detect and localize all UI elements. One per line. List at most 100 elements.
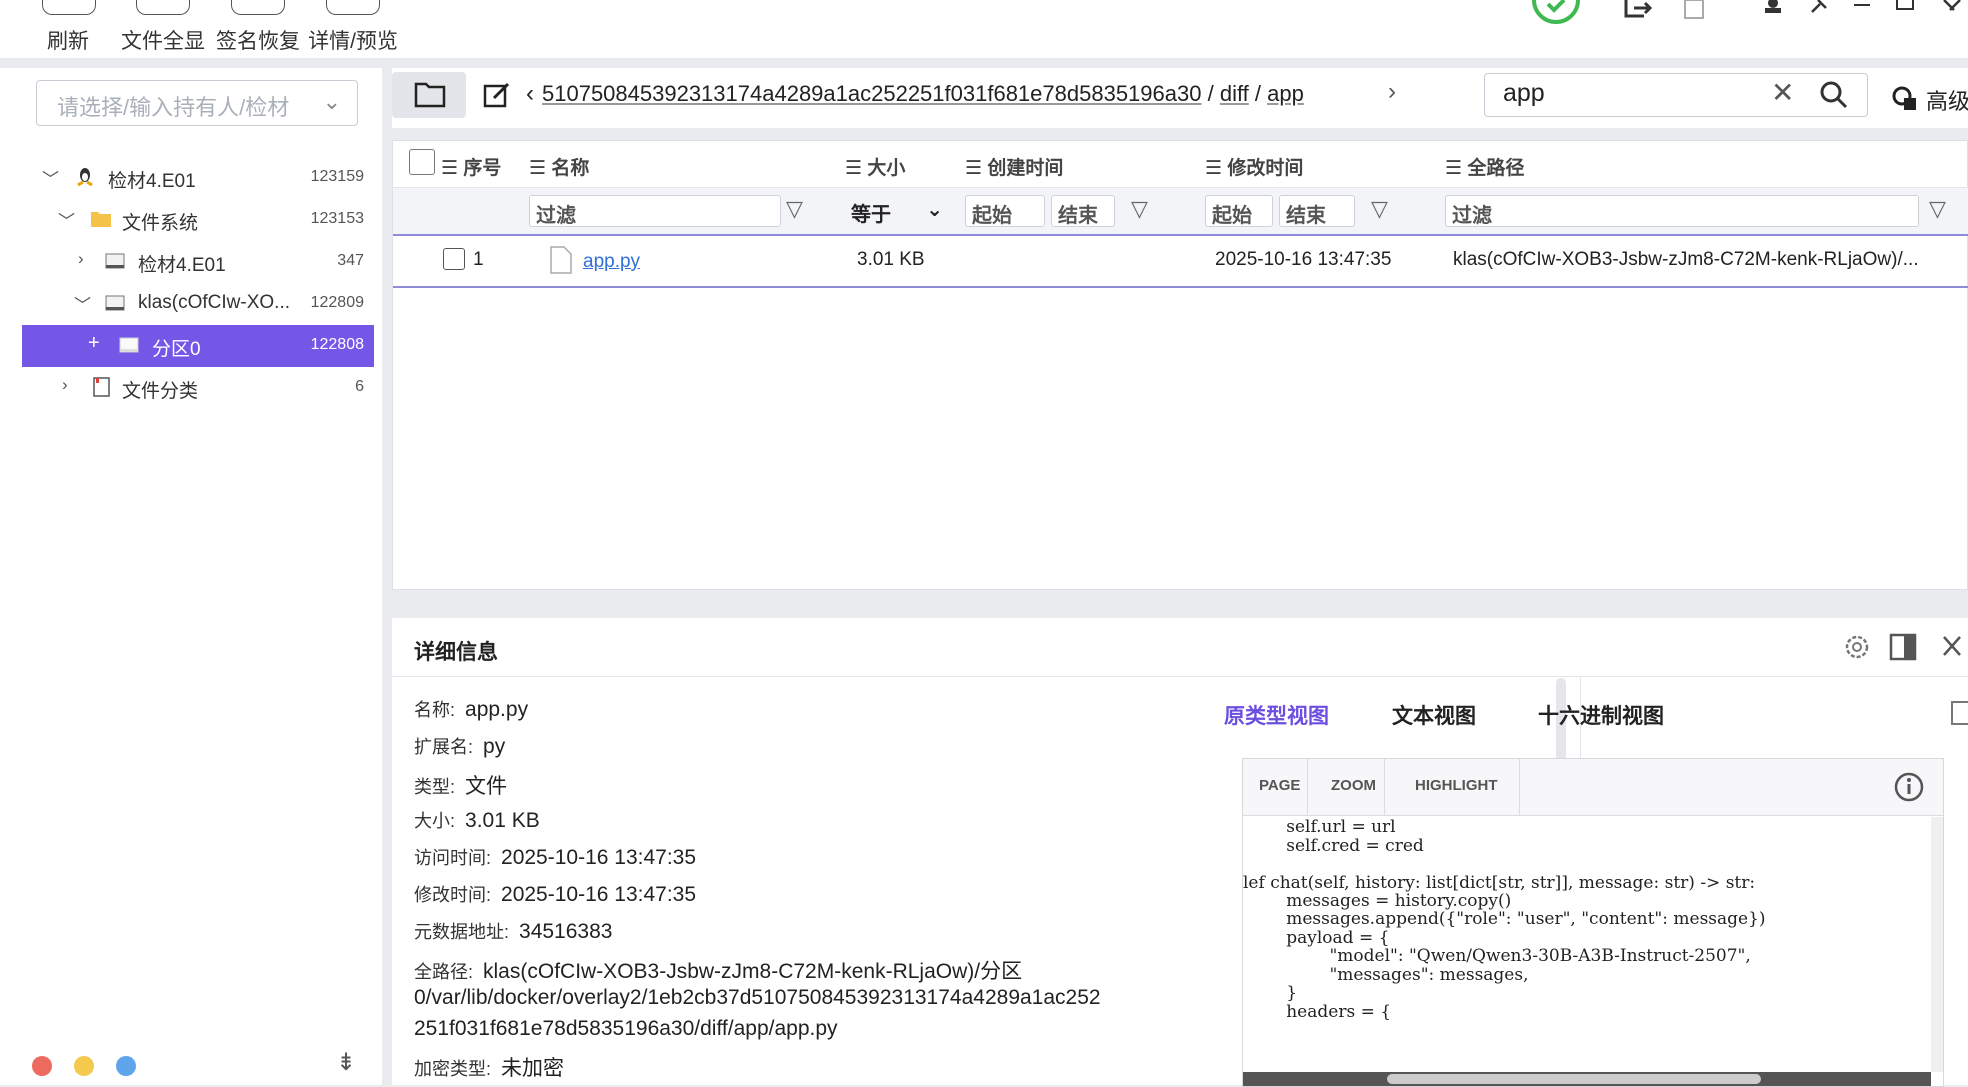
- tree-item-evidence[interactable]: ﹀ 检材4.E01 123159: [22, 157, 374, 199]
- chevron-down-icon[interactable]: ﹀: [74, 291, 91, 316]
- filter-placeholder: 起始: [972, 205, 1012, 227]
- maximize-icon[interactable]: [1896, 0, 1914, 10]
- signature-recover-icon: [231, 0, 285, 15]
- vertical-scrollbar[interactable]: [1931, 817, 1943, 1072]
- row-checkbox[interactable]: [443, 248, 465, 270]
- field-value: 2025-10-16 13:47:35: [501, 846, 697, 869]
- clear-icon[interactable]: ✕: [1771, 76, 1794, 109]
- blue-dot: [116, 1056, 136, 1076]
- name-filter-input[interactable]: 过滤: [529, 195, 781, 227]
- code-preview: self.url = url self.cred = cred lef chat…: [1243, 817, 1931, 1072]
- chevron-down-icon[interactable]: ﹀: [42, 165, 59, 190]
- zoom-button[interactable]: ZOOM: [1331, 777, 1376, 794]
- tab-native-view[interactable]: 原类型视图: [1224, 700, 1329, 730]
- code-line: lef chat(self, history: list[dict[str, s…: [1243, 873, 1756, 893]
- document-icon[interactable]: [1682, 0, 1710, 20]
- column-label: 大小: [867, 158, 906, 179]
- chevron-right-icon[interactable]: ›: [62, 375, 68, 395]
- field-value: app.py: [465, 698, 529, 721]
- code-line: self.url = url: [1243, 817, 1396, 837]
- minimize-icon[interactable]: [1854, 4, 1870, 6]
- chevron-right-icon[interactable]: ›: [78, 249, 84, 269]
- breadcrumb-segment[interactable]: app: [1267, 81, 1304, 106]
- holder-select[interactable]: 请选择/输入持有人/检材 ⌄: [36, 80, 358, 126]
- tab-hex-view[interactable]: 十六进制视图: [1538, 700, 1664, 730]
- file-modified: 2025-10-16 13:47:35: [1215, 249, 1392, 270]
- export-icon[interactable]: [1622, 0, 1652, 20]
- breadcrumb-segment[interactable]: 510750845392313174a4289a1ac252251f031f68…: [542, 81, 1201, 106]
- signature-recover-label: 签名恢复: [216, 30, 300, 53]
- user-icon[interactable]: [1762, 0, 1784, 14]
- filter-icon[interactable]: ▽: [1371, 196, 1388, 222]
- search-input[interactable]: app ✕: [1484, 73, 1868, 117]
- code-line: messages.append({"role": "user", "conten…: [1243, 909, 1766, 929]
- tree-item-image[interactable]: › 检材4.E01 347: [22, 241, 374, 283]
- table-row[interactable]: 1 app.py 3.01 KB 2025-10-16 13:47:35 kla…: [393, 234, 1968, 288]
- forward-arrow-icon[interactable]: ›: [1388, 78, 1396, 106]
- breadcrumb-segment[interactable]: diff: [1220, 81, 1249, 106]
- column-label: 创建时间: [987, 158, 1064, 179]
- edit-icon[interactable]: [482, 80, 514, 112]
- tree-item-label: 检材4.E01: [138, 255, 226, 276]
- created-start-input[interactable]: 起始: [965, 195, 1045, 227]
- tree-item-klas[interactable]: ﹀ klas(cOfCIw-XO... 122809: [22, 283, 374, 325]
- tree-item-partition0[interactable]: + 分区0 122808: [22, 325, 374, 367]
- collapse-icon[interactable]: ⇟: [336, 1048, 356, 1077]
- pin-icon[interactable]: [1808, 0, 1828, 14]
- highlight-button[interactable]: HIGHLIGHT: [1415, 777, 1498, 794]
- advanced-search-icon[interactable]: [1890, 84, 1920, 114]
- disk-icon: [105, 253, 125, 269]
- page-button[interactable]: PAGE: [1259, 777, 1300, 794]
- split-view-icon[interactable]: [1888, 632, 1918, 662]
- status-check-icon[interactable]: [1530, 0, 1582, 30]
- column-label: 序号: [463, 158, 502, 179]
- holder-placeholder: 请选择/输入持有人/检材: [57, 95, 290, 120]
- field-value: 251f031f681e78d5835196a30/diff/app/app.p…: [414, 1017, 838, 1040]
- tree-item-count: 123153: [310, 210, 364, 227]
- settings-icon[interactable]: [1842, 632, 1872, 662]
- open-external-icon[interactable]: [1950, 700, 1968, 726]
- horizontal-scroll-thumb[interactable]: [1387, 1074, 1761, 1084]
- search-icon[interactable]: [1819, 80, 1849, 110]
- detail-field-fullpath: 全路径: klas(cOfCIw-XOB3-Jsbw-zJm8-C72M-kenk…: [414, 955, 1022, 985]
- breadcrumb-separator: /: [1207, 81, 1214, 106]
- modified-end-input[interactable]: 结束: [1279, 195, 1355, 227]
- details-title: 详细信息: [414, 641, 498, 664]
- refresh-button[interactable]: 刷新: [42, 0, 96, 55]
- file-icon: [550, 246, 572, 274]
- tree-item-file-category[interactable]: › 文件分类 6: [22, 367, 374, 409]
- divider: [1307, 759, 1308, 815]
- divider: [392, 676, 1968, 677]
- info-icon[interactable]: [1893, 771, 1925, 803]
- filter-icon[interactable]: ▽: [1131, 196, 1148, 222]
- select-all-checkbox[interactable]: [409, 149, 435, 175]
- detail-field: 名称: app.py: [414, 696, 528, 722]
- size-operator-select[interactable]: 等于 ⌄: [845, 195, 949, 227]
- file-name-link[interactable]: app.py: [583, 251, 640, 273]
- tree-item-label: klas(cOfCIw-XO...: [138, 292, 291, 313]
- back-arrow-icon[interactable]: ‹: [526, 80, 534, 108]
- show-all-button[interactable]: 文件全显: [120, 0, 206, 55]
- field-value: 文件: [465, 775, 508, 798]
- code-line: self.cred = cred: [1243, 836, 1424, 856]
- yellow-dot: [74, 1056, 94, 1076]
- tab-text-view[interactable]: 文本视图: [1392, 700, 1476, 730]
- expand-plus-icon[interactable]: +: [88, 332, 100, 355]
- close-window-icon[interactable]: [1942, 0, 1962, 12]
- detail-preview-button[interactable]: 详情/预览: [306, 0, 400, 55]
- tree-item-filesystem[interactable]: ﹀ 文件系统 123153: [22, 199, 374, 241]
- code-line: "model": "Qwen/Qwen3-30B-A3B-Instruct-25…: [1243, 946, 1751, 966]
- detail-preview-label: 详情/预览: [308, 30, 398, 53]
- advanced-search-label[interactable]: 高级: [1926, 84, 1968, 116]
- close-panel-icon[interactable]: [1942, 634, 1962, 660]
- chevron-down-icon[interactable]: ﹀: [58, 207, 75, 232]
- file-table: ☰ 序号 ☰ 名称 ☰ 大小 ☰ 创建时间 ☰ 修改时间 ☰ 全路径 过滤 ▽ …: [392, 140, 1968, 590]
- filter-icon[interactable]: ▽: [1929, 196, 1946, 222]
- filter-icon[interactable]: ▽: [786, 196, 803, 222]
- breadcrumb: 510750845392313174a4289a1ac252251f031f68…: [542, 81, 1342, 107]
- created-end-input[interactable]: 结束: [1051, 195, 1115, 227]
- folder-view-button[interactable]: [392, 72, 466, 118]
- signature-recover-button[interactable]: 签名恢复: [214, 0, 302, 55]
- path-filter-input[interactable]: 过滤: [1445, 195, 1919, 227]
- modified-start-input[interactable]: 起始: [1205, 195, 1273, 227]
